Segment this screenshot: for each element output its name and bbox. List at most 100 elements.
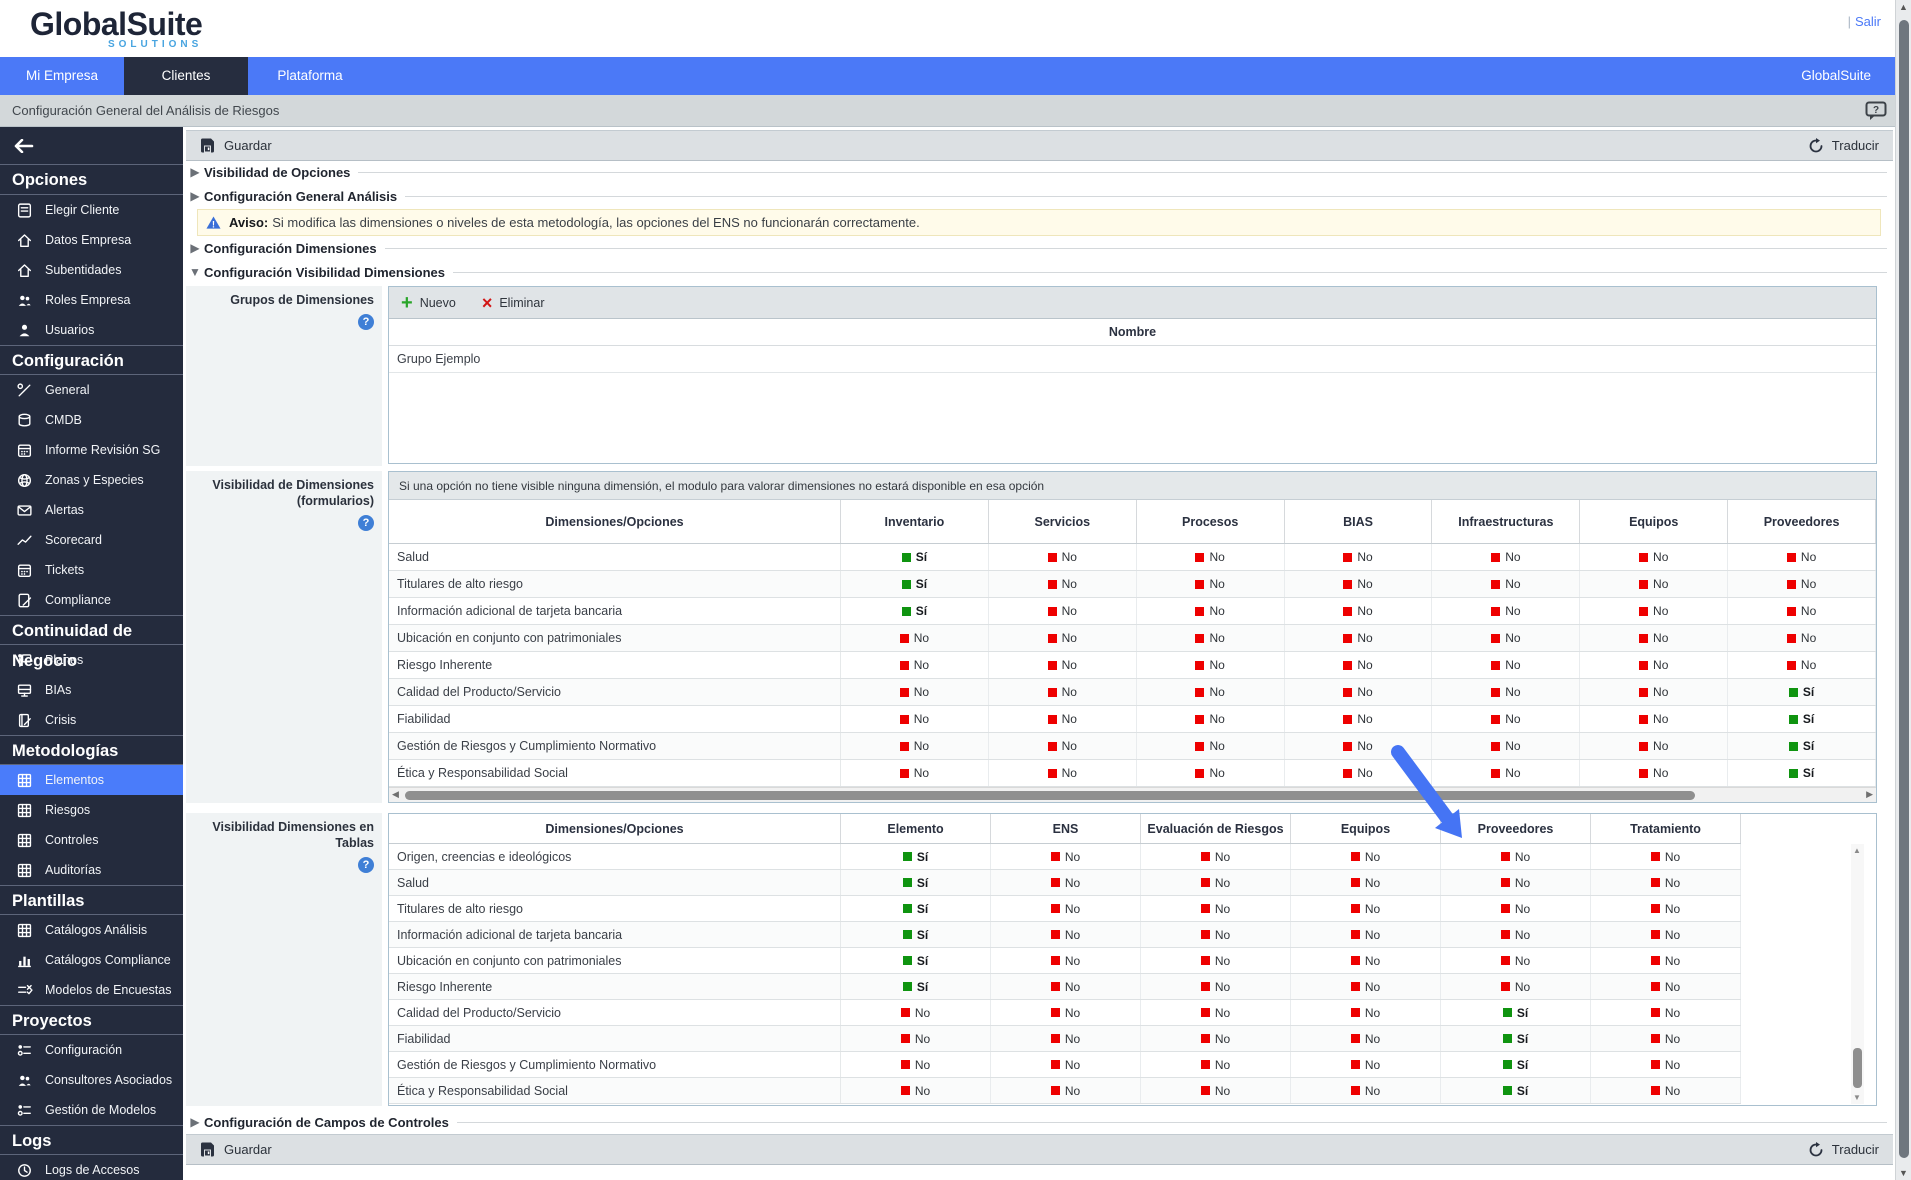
save-button[interactable]: Guardar: [186, 138, 272, 153]
help-bubble-icon[interactable]: ?: [1865, 101, 1887, 121]
nuevo-button[interactable]: + Nuevo: [401, 293, 456, 313]
cell-servicios-no[interactable]: No: [989, 733, 1137, 759]
cell-inventario-no[interactable]: No: [841, 733, 989, 759]
cell-ens-no[interactable]: No: [991, 974, 1141, 999]
cell-evaluacion-de-riesgos-no[interactable]: No: [1141, 922, 1291, 947]
cell-elemento-no[interactable]: No: [841, 1078, 991, 1103]
cell-proveedores-no[interactable]: No: [1441, 922, 1591, 947]
cell-elemento-si[interactable]: Sí: [841, 948, 991, 973]
cell-inventario-no[interactable]: No: [841, 760, 989, 786]
cell-tratamiento-no[interactable]: No: [1591, 1052, 1741, 1077]
translate-button[interactable]: Traducir: [1808, 137, 1879, 154]
logout-label[interactable]: Salir: [1855, 14, 1881, 29]
sidebar-item-consultores-asociados[interactable]: Consultores Asociados: [0, 1065, 183, 1095]
cell-proveedores-no[interactable]: No: [1441, 870, 1591, 895]
cell-proveedores-no[interactable]: No: [1728, 571, 1877, 597]
cell-inventario-no[interactable]: No: [841, 706, 989, 732]
cell-tratamiento-no[interactable]: No: [1591, 922, 1741, 947]
scrollbar-thumb[interactable]: [1853, 1048, 1862, 1088]
cell-servicios-no[interactable]: No: [989, 598, 1137, 624]
cell-bias-no[interactable]: No: [1285, 679, 1433, 705]
section-config-general[interactable]: ▶ Configuración General Análisis: [186, 184, 1893, 208]
cell-infraestructuras-no[interactable]: No: [1432, 706, 1581, 732]
cell-ens-no[interactable]: No: [991, 948, 1141, 973]
cell-proveedores-si[interactable]: Sí: [1728, 760, 1877, 786]
cell-equipos-no[interactable]: No: [1580, 706, 1729, 732]
sidebar-item-elementos[interactable]: Elementos: [0, 765, 183, 795]
cell-inventario-si[interactable]: Sí: [841, 544, 989, 570]
sidebar-item-controles[interactable]: Controles: [0, 825, 183, 855]
cell-elemento-si[interactable]: Sí: [841, 870, 991, 895]
cell-tratamiento-no[interactable]: No: [1591, 1078, 1741, 1103]
cell-tratamiento-no[interactable]: No: [1591, 1000, 1741, 1025]
cell-elemento-si[interactable]: Sí: [841, 922, 991, 947]
nav-tab-mi-empresa[interactable]: Mi Empresa: [0, 57, 124, 95]
cell-evaluacion-de-riesgos-no[interactable]: No: [1141, 1052, 1291, 1077]
cell-proveedores-si[interactable]: Sí: [1728, 733, 1877, 759]
sidebar-item-riesgos[interactable]: Riesgos: [0, 795, 183, 825]
cell-proveedores-no[interactable]: No: [1441, 844, 1591, 869]
cell-proveedores-si[interactable]: Sí: [1441, 1052, 1591, 1077]
cell-bias-no[interactable]: No: [1285, 598, 1433, 624]
cell-ens-no[interactable]: No: [991, 870, 1141, 895]
cell-proveedores-si[interactable]: Sí: [1728, 679, 1877, 705]
cell-infraestructuras-no[interactable]: No: [1432, 544, 1581, 570]
cell-servicios-no[interactable]: No: [989, 679, 1137, 705]
cell-procesos-no[interactable]: No: [1137, 625, 1285, 651]
cell-proveedores-si[interactable]: Sí: [1441, 1026, 1591, 1051]
save-button-bottom[interactable]: Guardar: [186, 1142, 272, 1157]
cell-tratamiento-no[interactable]: No: [1591, 870, 1741, 895]
cell-tratamiento-no[interactable]: No: [1591, 1026, 1741, 1051]
cell-servicios-no[interactable]: No: [989, 706, 1137, 732]
grupos-row[interactable]: Grupo Ejemplo: [389, 346, 1876, 373]
cell-evaluacion-de-riesgos-no[interactable]: No: [1141, 974, 1291, 999]
cell-ens-no[interactable]: No: [991, 844, 1141, 869]
sidebar-item-general[interactable]: General: [0, 375, 183, 405]
cell-servicios-no[interactable]: No: [989, 544, 1137, 570]
cell-equipos-no[interactable]: No: [1291, 870, 1441, 895]
cell-bias-no[interactable]: No: [1285, 733, 1433, 759]
sidebar-item-bias[interactable]: BIAs: [0, 675, 183, 705]
cell-equipos-no[interactable]: No: [1580, 571, 1729, 597]
cell-equipos-no[interactable]: No: [1291, 1026, 1441, 1051]
cell-procesos-no[interactable]: No: [1137, 760, 1285, 786]
cell-proveedores-si[interactable]: Sí: [1728, 706, 1877, 732]
cell-procesos-no[interactable]: No: [1137, 706, 1285, 732]
cell-infraestructuras-no[interactable]: No: [1432, 760, 1581, 786]
tables-help-icon[interactable]: ?: [358, 857, 374, 873]
sidebar-item-cmdb[interactable]: CMDB: [0, 405, 183, 435]
cell-elemento-no[interactable]: No: [841, 1052, 991, 1077]
cell-proveedores-no[interactable]: No: [1728, 598, 1877, 624]
cell-elemento-si[interactable]: Sí: [841, 974, 991, 999]
cell-bias-no[interactable]: No: [1285, 706, 1433, 732]
cell-ens-no[interactable]: No: [991, 1052, 1141, 1077]
scroll-down-icon[interactable]: ▼: [1899, 1168, 1908, 1178]
sidebar-item-catalogos-compliance[interactable]: Catálogos Compliance: [0, 945, 183, 975]
cell-evaluacion-de-riesgos-no[interactable]: No: [1141, 896, 1291, 921]
eliminar-button[interactable]: × Eliminar: [482, 294, 545, 312]
cell-servicios-no[interactable]: No: [989, 625, 1137, 651]
sidebar-item-datos-empresa[interactable]: Datos Empresa: [0, 225, 183, 255]
cell-equipos-no[interactable]: No: [1580, 652, 1729, 678]
cell-inventario-no[interactable]: No: [841, 625, 989, 651]
cell-equipos-no[interactable]: No: [1291, 896, 1441, 921]
cell-tratamiento-no[interactable]: No: [1591, 974, 1741, 999]
cell-infraestructuras-no[interactable]: No: [1432, 652, 1581, 678]
tables-vertical-scrollbar[interactable]: ▲ ▼: [1851, 844, 1864, 1104]
cell-equipos-no[interactable]: No: [1291, 974, 1441, 999]
scrollbar-thumb[interactable]: [405, 791, 1695, 800]
cell-evaluacion-de-riesgos-no[interactable]: No: [1141, 1026, 1291, 1051]
cell-servicios-no[interactable]: No: [989, 760, 1137, 786]
cell-proveedores-no[interactable]: No: [1441, 896, 1591, 921]
cell-equipos-no[interactable]: No: [1291, 1052, 1441, 1077]
page-scrollbar[interactable]: ▲ ▼: [1895, 0, 1911, 1180]
cell-equipos-no[interactable]: No: [1580, 733, 1729, 759]
cell-equipos-no[interactable]: No: [1291, 1078, 1441, 1103]
cell-procesos-no[interactable]: No: [1137, 679, 1285, 705]
cell-equipos-no[interactable]: No: [1580, 598, 1729, 624]
cell-procesos-no[interactable]: No: [1137, 544, 1285, 570]
sidebar-item-tickets[interactable]: Tickets: [0, 555, 183, 585]
forms-horizontal-scrollbar[interactable]: ◀ ▶: [389, 787, 1876, 802]
cell-equipos-no[interactable]: No: [1580, 625, 1729, 651]
nav-tab-clientes[interactable]: Clientes: [124, 57, 248, 95]
